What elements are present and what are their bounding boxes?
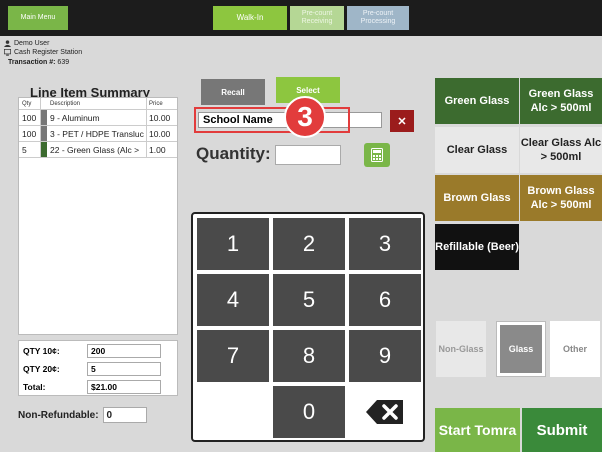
start-tomra-button[interactable]: Start Tomra — [435, 408, 520, 452]
glass-filter-frame[interactable]: Glass — [496, 321, 546, 377]
precount-processing-tab[interactable]: Pre-count Processing — [347, 6, 409, 30]
backspace-button[interactable] — [349, 386, 421, 438]
qty20-label: QTY 20¢: — [23, 363, 60, 374]
recall-button[interactable]: Recall — [201, 79, 265, 105]
line-item-table: Qty Description Price 100 9 - Aluminum 1… — [18, 97, 178, 335]
key-7[interactable]: 7 — [197, 330, 269, 382]
step-badge: 3 — [284, 96, 326, 138]
user-icon — [4, 40, 11, 47]
monitor-icon — [4, 49, 11, 56]
totals-panel: QTY 10¢: 200 QTY 20¢: 5 Total: $21.00 — [18, 340, 178, 396]
col-price: Price — [149, 100, 163, 107]
station-name: Cash Register Station — [14, 49, 83, 56]
key-0[interactable]: 0 — [273, 386, 345, 438]
other-filter[interactable]: Other — [550, 321, 600, 377]
walk-in-tab[interactable]: Walk-In — [213, 6, 287, 30]
total-label: Total: — [23, 381, 46, 392]
key-6[interactable]: 6 — [349, 274, 421, 326]
refillable-beer-button[interactable]: Refillable (Beer) — [435, 224, 519, 270]
quantity-label: Quantity: — [196, 144, 271, 163]
qty10-label: QTY 10¢: — [23, 345, 60, 356]
col-qty: Qty — [19, 98, 41, 109]
non-refundable-label: Non-Refundable: — [18, 409, 99, 421]
highlight-box — [194, 107, 350, 133]
green-glass-button[interactable]: Green Glass — [435, 78, 519, 124]
main-menu-button[interactable]: Main Menu — [8, 6, 68, 30]
key-9[interactable]: 9 — [349, 330, 421, 382]
non-glass-filter[interactable]: Non-Glass — [436, 321, 486, 377]
brown-glass-alc-button[interactable]: Brown Glass Alc > 500ml — [520, 175, 602, 221]
table-header: Qty Description Price — [19, 98, 177, 110]
precount-receiving-tab[interactable]: Pre-count Receiving — [290, 6, 344, 30]
clear-glass-alc-button[interactable]: Clear Glass Alc > 500ml — [520, 127, 602, 173]
clear-glass-button[interactable]: Clear Glass — [435, 127, 519, 173]
table-row[interactable]: 5 22 - Green Glass (Alc > 1.00 — [19, 142, 177, 158]
col-description: Description — [47, 98, 147, 109]
key-4[interactable]: 4 — [197, 274, 269, 326]
calculator-button[interactable] — [364, 143, 390, 167]
key-5[interactable]: 5 — [273, 274, 345, 326]
qty10-value: 200 — [87, 343, 161, 358]
calculator-icon — [371, 148, 383, 162]
user-name: Demo User — [14, 40, 50, 47]
green-glass-alc-button[interactable]: Green Glass Alc > 500ml — [520, 78, 602, 124]
clear-school-button[interactable]: ✕ — [390, 110, 414, 132]
key-3[interactable]: 3 — [349, 218, 421, 270]
key-1[interactable]: 1 — [197, 218, 269, 270]
total-value: $21.00 — [87, 379, 161, 394]
quantity-input[interactable] — [275, 145, 341, 165]
table-row[interactable]: 100 9 - Aluminum 10.00 — [19, 110, 177, 126]
qty20-value: 5 — [87, 361, 161, 376]
transaction-number: 639 — [57, 59, 70, 66]
key-8[interactable]: 8 — [273, 330, 345, 382]
key-2[interactable]: 2 — [273, 218, 345, 270]
transaction-info: Transaction #: 639 — [4, 58, 82, 67]
top-bar: Main Menu Walk-In Pre-count Receiving Pr… — [0, 0, 602, 36]
non-refundable: Non-Refundable: 0 — [18, 407, 147, 423]
close-icon: ✕ — [397, 115, 407, 128]
session-info: Demo User Cash Register Station Transact… — [4, 39, 82, 67]
glass-filter: Glass — [500, 325, 542, 373]
numeric-keypad: 1 2 3 4 5 6 7 8 9 0 — [191, 212, 425, 442]
non-refundable-input[interactable]: 0 — [102, 407, 147, 423]
brown-glass-button[interactable]: Brown Glass — [435, 175, 519, 221]
transaction-label: Transaction #: — [8, 59, 56, 66]
table-row[interactable]: 100 3 - PET / HDPE Transluc 10.00 — [19, 126, 177, 142]
submit-button[interactable]: Submit — [522, 408, 602, 452]
backspace-icon — [366, 400, 403, 424]
